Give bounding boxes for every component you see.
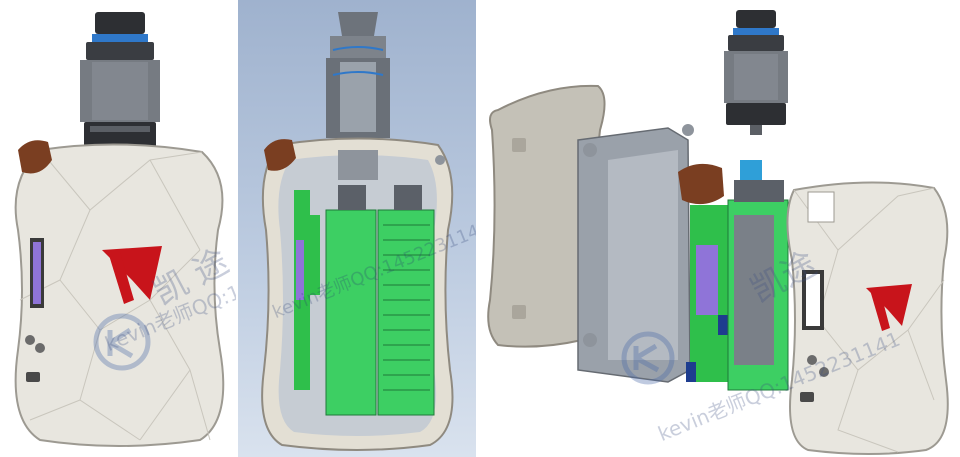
battery-cells [727,160,789,391]
atomizer-tank [80,12,160,148]
wood-fire-button [678,163,724,205]
section-view: kevin老师QQ:1452231141 [238,0,476,457]
exploded-view: 凯途 kevin老师QQ:1452231141 [478,0,960,457]
battery-cells [325,185,435,416]
image-stage: 凯 途 kevin老师QQ:1452231141 凯途 kevin老师QQ:14… [0,0,960,457]
atomizer-tank [724,10,788,135]
front-shell [786,181,949,455]
internal-frame [577,124,694,383]
assembled-device-view: 凯 途 kevin老师QQ:1452231141 [0,0,236,457]
pcb-board [686,205,728,382]
device-shell [14,143,225,447]
